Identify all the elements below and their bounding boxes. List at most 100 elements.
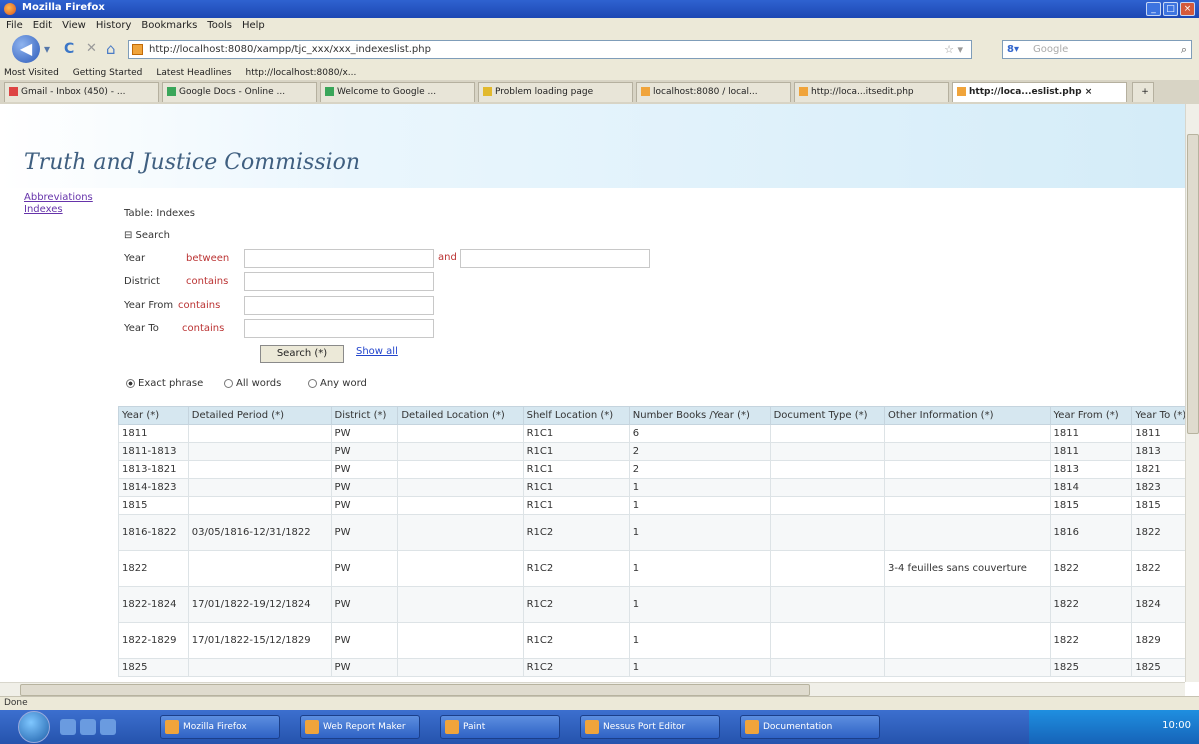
horizontal-scroll-thumb[interactable] bbox=[20, 684, 810, 696]
col-district[interactable]: District (*) bbox=[330, 406, 399, 425]
menu-view[interactable]: View bbox=[62, 20, 86, 31]
tab-localhost[interactable]: localhost:8080 / local... bbox=[636, 82, 791, 102]
table-cell bbox=[397, 460, 524, 479]
task-web-report[interactable]: Web Report Maker bbox=[300, 715, 420, 739]
tab-gmail[interactable]: Gmail - Inbox (450) - ... bbox=[4, 82, 159, 102]
search-placeholder[interactable]: Google bbox=[1033, 44, 1068, 55]
sidebar-link-abbreviations[interactable]: Abbreviations bbox=[24, 192, 93, 203]
radio-dot[interactable] bbox=[308, 379, 317, 388]
table-cell bbox=[187, 496, 332, 515]
bookmark-localhost[interactable]: http://localhost:8080/x... bbox=[246, 68, 357, 78]
url-text[interactable]: http://localhost:8080/xampp/tjc_xxx/xxx_… bbox=[149, 44, 431, 55]
year-to-input[interactable] bbox=[460, 249, 650, 268]
search-box[interactable]: 8▾ Google ⌕ bbox=[1002, 40, 1192, 59]
quicklaunch-icon[interactable] bbox=[80, 719, 96, 735]
table-cell: 1822 bbox=[1131, 550, 1185, 587]
quicklaunch-icon[interactable] bbox=[60, 719, 76, 735]
vertical-scroll-thumb[interactable] bbox=[1187, 134, 1199, 434]
menu-help[interactable]: Help bbox=[242, 20, 265, 31]
table-cell bbox=[884, 442, 1051, 461]
task-firefox[interactable]: Mozilla Firefox bbox=[160, 715, 280, 739]
table-cell: 1825 bbox=[118, 658, 189, 677]
quicklaunch-icon[interactable] bbox=[100, 719, 116, 735]
table-cell: PW bbox=[330, 622, 399, 659]
year-from-input[interactable] bbox=[244, 249, 434, 268]
search-icon[interactable]: ⌕ bbox=[1181, 43, 1187, 57]
district-input[interactable] bbox=[244, 272, 434, 291]
table-cell bbox=[884, 478, 1051, 497]
close-window-button[interactable]: × bbox=[1180, 2, 1195, 16]
tab-welcome-google[interactable]: Welcome to Google ... bbox=[320, 82, 475, 102]
bookmark-star-icon[interactable]: ☆ ▾ bbox=[944, 43, 963, 56]
task-paint[interactable]: Paint bbox=[440, 715, 560, 739]
bookmark-latest-headlines[interactable]: Latest Headlines bbox=[156, 68, 231, 78]
site-title: Truth and Justice Commission bbox=[24, 150, 361, 175]
minimize-button[interactable]: _ bbox=[1146, 2, 1161, 16]
radio-exact-phrase[interactable]: Exact phrase bbox=[126, 378, 203, 389]
radio-dot[interactable] bbox=[224, 379, 233, 388]
col-detailed-location[interactable]: Detailed Location (*) bbox=[397, 406, 524, 425]
docs-icon bbox=[167, 87, 176, 96]
table-cell: 1 bbox=[628, 478, 771, 497]
table-body: 1811 PW R1C1 6 1811 1811 1811-1813 PW R1C1 2 1811 1… bbox=[118, 424, 1185, 677]
bookmark-getting-started[interactable]: Getting Started bbox=[73, 68, 143, 78]
col-document-type[interactable]: Document Type (*) bbox=[769, 406, 886, 425]
table-cell bbox=[769, 478, 886, 497]
menu-edit[interactable]: Edit bbox=[33, 20, 52, 31]
back-button[interactable]: ◀ bbox=[12, 35, 40, 63]
start-button[interactable] bbox=[18, 711, 50, 743]
table-cell: 1822-1824 bbox=[118, 586, 189, 623]
table-cell: PW bbox=[330, 478, 399, 497]
show-all-link[interactable]: Show all bbox=[356, 346, 398, 357]
col-year-to[interactable]: Year To (*) bbox=[1131, 406, 1185, 425]
table-cell bbox=[187, 460, 332, 479]
menu-tools[interactable]: Tools bbox=[207, 20, 232, 31]
year-from-field[interactable] bbox=[244, 296, 434, 315]
col-detailed-period[interactable]: Detailed Period (*) bbox=[187, 406, 332, 425]
tab-indexeslist[interactable]: http://loca...eslist.php × bbox=[952, 82, 1127, 102]
bookmark-most-visited[interactable]: Most Visited bbox=[4, 68, 59, 78]
sidebar-link-indexes[interactable]: Indexes bbox=[24, 204, 63, 215]
table-cell bbox=[397, 442, 524, 461]
year-to-field[interactable] bbox=[244, 319, 434, 338]
task-port-editor[interactable]: Nessus Port Editor bbox=[580, 715, 720, 739]
table-cell bbox=[884, 496, 1051, 515]
table-cell: 6 bbox=[628, 424, 771, 443]
task-documentation[interactable]: Documentation bbox=[740, 715, 880, 739]
table-cell: 1811 bbox=[1049, 424, 1133, 443]
col-other-information[interactable]: Other Information (*) bbox=[884, 406, 1051, 425]
table-cell: 17/01/1822-15/12/1829 bbox=[187, 622, 332, 659]
radio-label: Exact phrase bbox=[138, 378, 204, 389]
radio-dot[interactable] bbox=[126, 379, 135, 388]
reload-button[interactable]: C bbox=[64, 41, 74, 57]
home-button[interactable]: ⌂ bbox=[106, 40, 116, 58]
task-label: Paint bbox=[463, 722, 486, 732]
tab-itsedit[interactable]: http://loca...itsedit.php bbox=[794, 82, 949, 102]
menu-file[interactable]: File bbox=[6, 20, 23, 31]
google-icon[interactable]: 8▾ bbox=[1007, 44, 1019, 55]
forward-button[interactable]: ▾ bbox=[44, 42, 50, 56]
col-year-from[interactable]: Year From (*) bbox=[1049, 406, 1133, 425]
app-icon bbox=[445, 720, 459, 734]
radio-any-word[interactable]: Any word bbox=[308, 378, 367, 389]
table-cell: 1829 bbox=[1131, 622, 1185, 659]
table-cell: PW bbox=[330, 550, 399, 587]
search-button[interactable]: Search (*) bbox=[260, 345, 344, 363]
table-cell bbox=[769, 514, 886, 551]
stop-button[interactable]: ✕ bbox=[86, 41, 97, 56]
maximize-button[interactable]: □ bbox=[1163, 2, 1178, 16]
menu-history[interactable]: History bbox=[96, 20, 132, 31]
tab-google-docs[interactable]: Google Docs - Online ... bbox=[162, 82, 317, 102]
url-bar[interactable]: http://localhost:8080/xampp/tjc_xxx/xxx_… bbox=[128, 40, 972, 59]
horizontal-scrollbar[interactable] bbox=[0, 682, 1185, 696]
radio-all-words[interactable]: All words bbox=[224, 378, 281, 389]
col-shelf-location[interactable]: Shelf Location (*) bbox=[522, 406, 630, 425]
col-year[interactable]: Year (*) bbox=[118, 406, 189, 425]
search-toggle[interactable]: ⊟ Search bbox=[124, 230, 170, 241]
menu-bookmarks[interactable]: Bookmarks bbox=[141, 20, 197, 31]
table-cell: 1825 bbox=[1131, 658, 1185, 677]
tab-problem-loading[interactable]: Problem loading page bbox=[478, 82, 633, 102]
col-number-books[interactable]: Number Books /Year (*) bbox=[628, 406, 771, 425]
new-tab-button[interactable]: + bbox=[1132, 82, 1154, 102]
vertical-scrollbar[interactable] bbox=[1185, 104, 1199, 682]
